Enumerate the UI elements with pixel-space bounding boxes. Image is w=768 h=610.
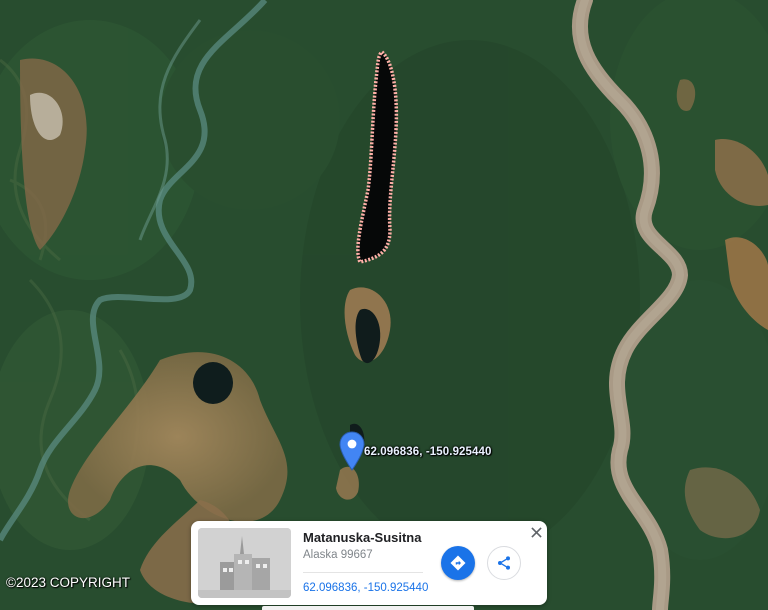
close-icon	[530, 526, 542, 538]
place-thumbnail[interactable]	[198, 528, 291, 598]
building-thumbnail-icon	[198, 528, 291, 598]
share-button[interactable]	[487, 546, 521, 580]
share-icon	[498, 556, 510, 570]
marker-coordinates-label: 62.096836, -150.925440	[364, 446, 492, 458]
place-title: Matanuska-Susitna	[303, 530, 422, 545]
directions-button[interactable]	[441, 546, 475, 580]
place-coordinates-link[interactable]: 62.096836, -150.925440	[303, 582, 428, 594]
close-card-button[interactable]	[528, 524, 544, 540]
bottom-sheet-handle	[262, 606, 474, 610]
place-address: Alaska 99667	[303, 549, 373, 561]
card-divider	[303, 572, 423, 573]
copyright-notice: ©2023 COPYRIGHT	[6, 575, 130, 590]
location-info-card[interactable]: Matanuska-Susitna Alaska 99667 62.096836…	[191, 521, 547, 605]
directions-icon	[450, 555, 466, 571]
small-lake	[193, 362, 233, 404]
satellite-map[interactable]	[0, 0, 768, 610]
map-pin-icon[interactable]	[339, 431, 365, 471]
